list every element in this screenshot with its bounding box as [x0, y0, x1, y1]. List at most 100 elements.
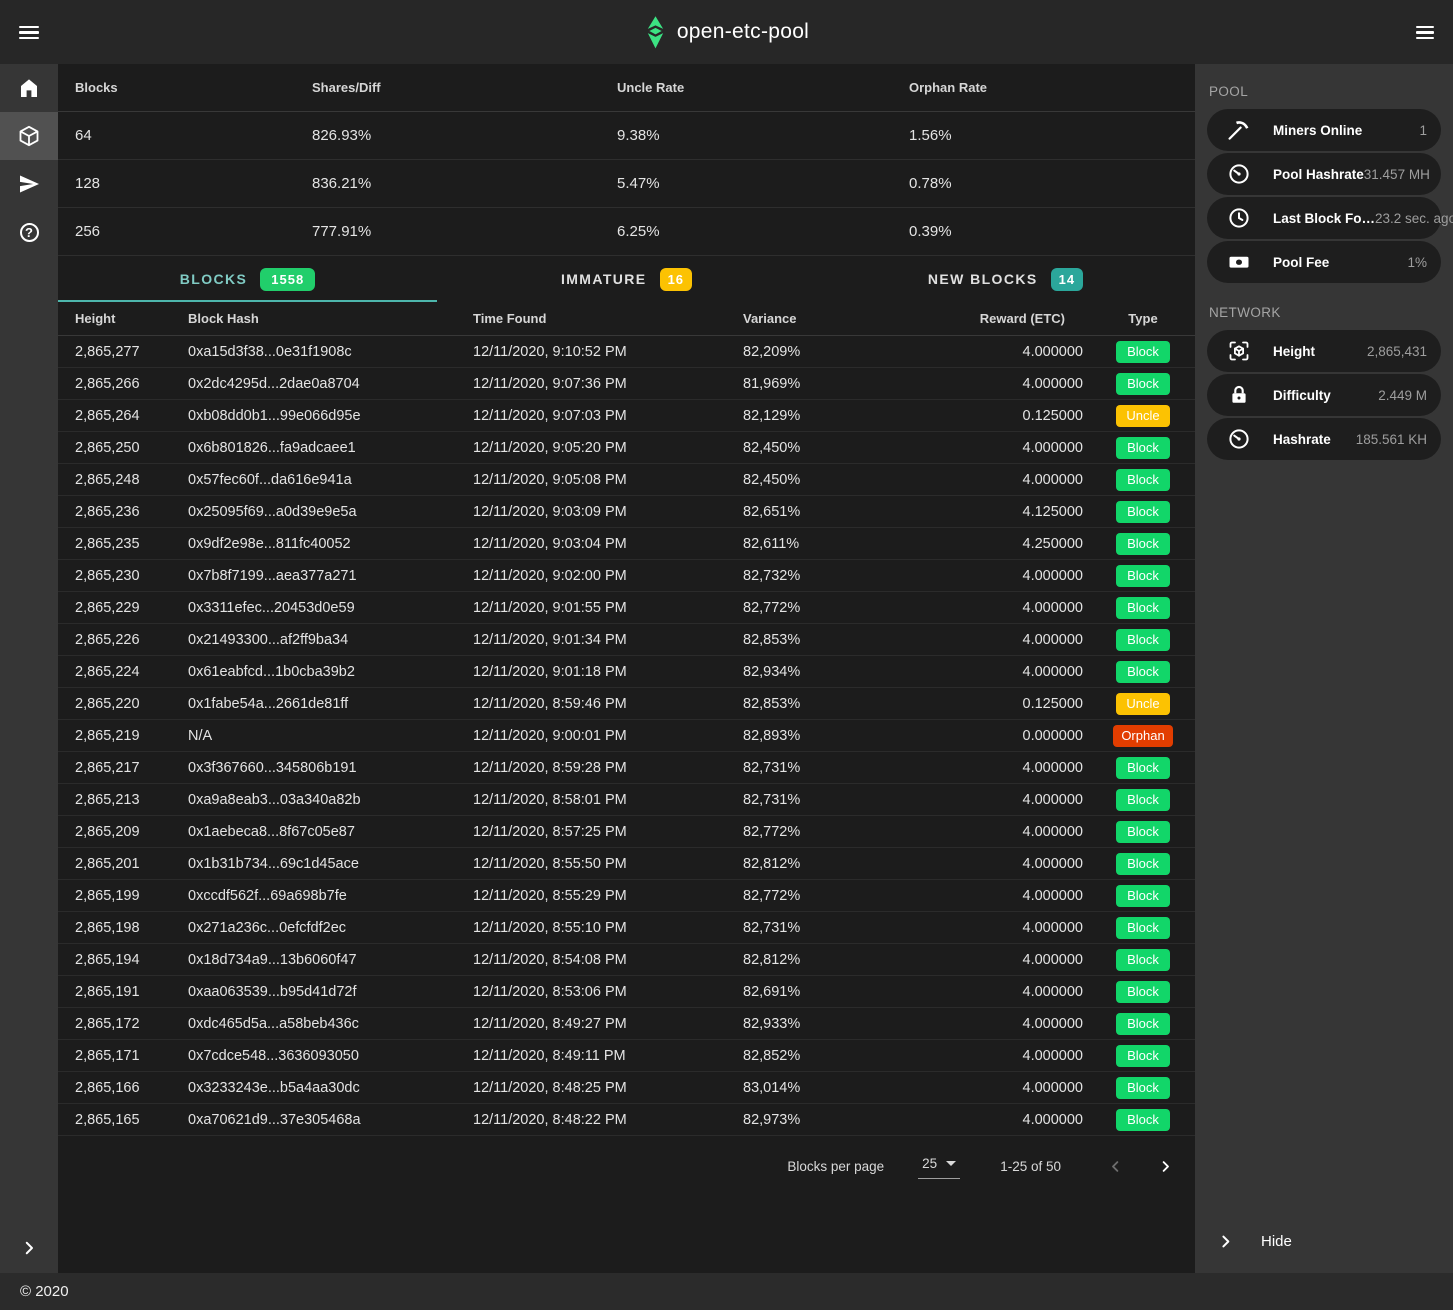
chevron-right-icon — [1217, 1233, 1234, 1250]
cell-reward: 4.000000 — [921, 600, 1091, 616]
type-chip: Block — [1116, 757, 1170, 779]
page-size-value: 25 — [922, 1156, 937, 1171]
hide-label: Hide — [1261, 1233, 1292, 1250]
stat-value: 1% — [1407, 255, 1427, 270]
cell-height: 2,865,191 — [58, 984, 188, 1000]
table-row: 2,865,172 0xdc465d5a...a58beb436c 12/11/… — [58, 1008, 1195, 1040]
cell-height: 2,865,199 — [58, 888, 188, 904]
cell-reward: 4.000000 — [921, 1080, 1091, 1096]
cell-time-found: 12/11/2020, 8:55:50 PM — [473, 856, 743, 872]
nav-payments[interactable] — [0, 160, 58, 208]
cell-block-hash: 0xaa063539...b95d41d72f — [188, 984, 473, 1000]
cell-type: Block — [1091, 469, 1195, 491]
table-row: 2,865,171 0x7cdce548...3636093050 12/11/… — [58, 1040, 1195, 1072]
cell-variance: 82,651% — [743, 504, 921, 520]
tab-count-badge: 14 — [1051, 268, 1083, 291]
cell-block-hash: 0xdc465d5a...a58beb436c — [188, 1016, 473, 1032]
nav-help[interactable]: ? — [0, 208, 58, 256]
menu-icon[interactable] — [19, 26, 39, 39]
cell-height: 2,865,226 — [58, 632, 188, 648]
right-menu-icon[interactable] — [1416, 26, 1434, 39]
cell-block-hash: 0x271a236c...0efcfdf2ec — [188, 920, 473, 936]
cell-height: 2,865,209 — [58, 824, 188, 840]
box-scan-icon — [1227, 339, 1251, 363]
page-range: 1-25 of 50 — [1000, 1159, 1061, 1174]
cell-time-found: 12/11/2020, 9:03:09 PM — [473, 504, 743, 520]
table-row: 2,865,198 0x271a236c...0efcfdf2ec 12/11/… — [58, 912, 1195, 944]
cell-type: Block — [1091, 1109, 1195, 1131]
hide-sidebar-button[interactable]: Hide — [1195, 1217, 1453, 1265]
cell-time-found: 12/11/2020, 9:01:55 PM — [473, 600, 743, 616]
pagination: Blocks per page 25 1-25 of 50 — [58, 1136, 1195, 1196]
type-chip: Uncle — [1116, 405, 1170, 427]
cell-variance: 82,973% — [743, 1112, 921, 1128]
cube-icon — [17, 124, 41, 148]
cell-time-found: 12/11/2020, 9:00:01 PM — [473, 728, 743, 744]
table-row: 2,865,250 0x6b801826...fa9adcaee1 12/11/… — [58, 432, 1195, 464]
pool-section-title: POOL — [1195, 64, 1453, 109]
luck-shares: 777.91% — [295, 223, 600, 240]
cell-variance: 82,772% — [743, 888, 921, 904]
cell-height: 2,865,248 — [58, 472, 188, 488]
cell-variance: 82,450% — [743, 472, 921, 488]
col-type: Type — [1091, 311, 1195, 326]
cell-block-hash: 0x9df2e98e...811fc40052 — [188, 536, 473, 552]
cell-height: 2,865,250 — [58, 440, 188, 456]
stat-label: Last Block Fo… — [1273, 211, 1375, 226]
cell-variance: 82,731% — [743, 920, 921, 936]
stat-pool-fee: Pool Fee 1% — [1207, 241, 1441, 283]
col-height: Height — [58, 311, 188, 326]
table-row: 2,865,266 0x2dc4295d...2dae0a8704 12/11/… — [58, 368, 1195, 400]
copyright-text: © 2020 — [20, 1283, 69, 1300]
cell-reward: 4.000000 — [921, 1016, 1091, 1032]
cell-variance: 82,691% — [743, 984, 921, 1000]
cell-reward: 4.000000 — [921, 440, 1091, 456]
table-row: 2,865,209 0x1aebeca8...8f67c05e87 12/11/… — [58, 816, 1195, 848]
cell-variance: 82,732% — [743, 568, 921, 584]
luck-uncle: 5.47% — [600, 175, 892, 192]
table-row: 2,865,264 0xb08dd0b1...99e066d95e 12/11/… — [58, 400, 1195, 432]
cell-reward: 0.125000 — [921, 408, 1091, 424]
cell-variance: 82,450% — [743, 440, 921, 456]
type-chip: Block — [1116, 821, 1170, 843]
cell-variance: 82,893% — [743, 728, 921, 744]
nav-blocks[interactable] — [0, 112, 58, 160]
cell-block-hash: 0x7b8f7199...aea377a271 — [188, 568, 473, 584]
main-content: Blocks Shares/Diff Uncle Rate Orphan Rat… — [58, 64, 1195, 1273]
nav-home[interactable] — [0, 64, 58, 112]
type-chip: Block — [1116, 565, 1170, 587]
cell-time-found: 12/11/2020, 8:54:08 PM — [473, 952, 743, 968]
luck-uncle: 9.38% — [600, 127, 892, 144]
banknote-icon — [1227, 250, 1251, 274]
cell-variance: 82,853% — [743, 632, 921, 648]
tab-blocks[interactable]: BLOCKS 1558 — [58, 256, 437, 302]
cell-height: 2,865,236 — [58, 504, 188, 520]
prev-page-button[interactable] — [1103, 1154, 1127, 1178]
next-page-button[interactable] — [1153, 1154, 1177, 1178]
cell-height: 2,865,217 — [58, 760, 188, 776]
table-row: 2,865,213 0xa9a8eab3...03a340a82b 12/11/… — [58, 784, 1195, 816]
cell-type: Block — [1091, 789, 1195, 811]
cell-type: Block — [1091, 373, 1195, 395]
cell-type: Orphan — [1091, 725, 1195, 747]
page-size-select[interactable]: 25 — [918, 1154, 960, 1179]
stat-label: Height — [1273, 344, 1315, 359]
luck-shares: 836.21% — [295, 175, 600, 192]
cell-reward: 4.000000 — [921, 376, 1091, 392]
table-row: 2,865,199 0xccdf562f...69a698b7fe 12/11/… — [58, 880, 1195, 912]
tab-immature[interactable]: IMMATURE 16 — [437, 256, 816, 302]
cell-reward: 4.000000 — [921, 920, 1091, 936]
type-chip: Block — [1116, 533, 1170, 555]
brand: open-etc-pool — [0, 0, 1453, 64]
cell-block-hash: 0x1b31b734...69c1d45ace — [188, 856, 473, 872]
lock-icon — [1227, 383, 1251, 407]
stat-label: Difficulty — [1273, 388, 1331, 403]
cell-variance: 82,209% — [743, 344, 921, 360]
rail-expand-button[interactable] — [0, 1239, 58, 1257]
luck-orphan: 0.78% — [892, 175, 1195, 192]
cell-time-found: 12/11/2020, 9:02:00 PM — [473, 568, 743, 584]
type-chip: Block — [1116, 437, 1170, 459]
cell-height: 2,865,219 — [58, 728, 188, 744]
tab-new-blocks[interactable]: NEW BLOCKS 14 — [816, 256, 1195, 302]
cell-variance: 82,812% — [743, 952, 921, 968]
